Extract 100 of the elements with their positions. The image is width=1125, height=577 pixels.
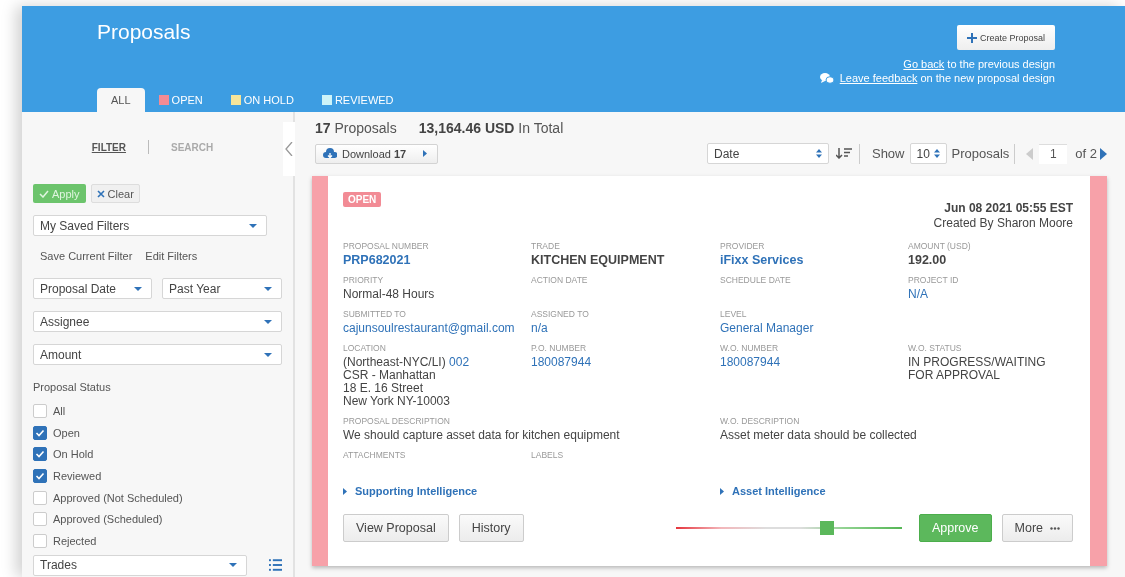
- card-button[interactable]: View Proposal: [343, 514, 449, 542]
- previous-page-icon[interactable]: [1026, 147, 1034, 160]
- field-label: LOCATION: [343, 343, 387, 353]
- location-value: (Northeast-NYC/LI) 002 CSR - Manhattan 18 E. 16 Street New York NY-10003: [343, 356, 471, 408]
- collapse-handle[interactable]: [283, 122, 295, 176]
- field-value: We should capture asset data for kitchen equipment: [343, 429, 621, 442]
- checkbox-label: Open: [53, 426, 80, 439]
- created-date: Jun 08 2021 05:55 EST: [943, 201, 1073, 216]
- created-by: Created By Sharon Moore: [933, 216, 1073, 231]
- field-value: 192.00: [908, 254, 948, 267]
- sort-order-icon[interactable]: [835, 148, 852, 159]
- field-label: PROJECT ID: [908, 275, 960, 285]
- trades-dropdown[interactable]: Trades: [33, 554, 247, 576]
- check-icon: [39, 189, 49, 198]
- checkbox-label: Reviewed: [53, 469, 102, 482]
- filter-action-link[interactable]: Save Current Filter: [40, 250, 133, 262]
- page-title: Proposals: [97, 20, 192, 44]
- field-label: TRADE: [531, 241, 561, 251]
- checkbox-label: Approved (Not Scheduled): [53, 491, 183, 504]
- caret-icon: [249, 223, 257, 228]
- field-label: W.O. DESCRIPTION: [720, 416, 801, 426]
- caret-icon: [264, 352, 272, 357]
- filter-action-link[interactable]: Edit Filters: [145, 250, 198, 262]
- field-label: SUBMITTED TO: [343, 309, 407, 319]
- field-link[interactable]: 180087944: [531, 356, 720, 369]
- field-link[interactable]: N/A: [908, 288, 1073, 301]
- field-label: PROPOSAL NUMBER: [343, 241, 430, 251]
- field-link[interactable]: 180087944: [720, 356, 908, 369]
- show-label: Show: [871, 146, 905, 161]
- checkbox[interactable]: [33, 447, 47, 462]
- field-label: PROPOSAL DESCRIPTION: [343, 416, 451, 426]
- caret-icon: [264, 286, 272, 291]
- tab[interactable]: ALL: [97, 88, 145, 112]
- approval-slider[interactable]: [675, 522, 902, 534]
- plus-icon: [966, 32, 977, 43]
- field-link[interactable]: n/a: [531, 322, 720, 335]
- expander-link[interactable]: Asset Intelligence: [720, 485, 1073, 497]
- field-value: KITCHEN EQUIPMENT: [531, 254, 666, 267]
- link-sentence: Go back to the previous design: [903, 58, 1055, 70]
- ellipsis-icon: [1050, 526, 1060, 530]
- field-label: SCHEDULE DATE: [720, 275, 792, 285]
- section-label: Proposal Status: [33, 381, 112, 393]
- checkbox[interactable]: [33, 425, 47, 440]
- next-page-icon[interactable]: [1100, 147, 1107, 160]
- field-link[interactable]: iFixx Services: [720, 254, 908, 267]
- status-badge: OPEN: [343, 192, 382, 207]
- assignee-dropdown[interactable]: Assignee: [33, 311, 282, 332]
- updown-icon: [815, 149, 822, 158]
- sort-dropdown[interactable]: Date: [706, 143, 829, 164]
- field-label: W.O. NUMBER: [720, 343, 780, 353]
- field-link[interactable]: General Manager: [720, 322, 908, 335]
- card-button[interactable]: History: [458, 514, 524, 542]
- field-value: Asset meter data should be collected: [720, 429, 918, 442]
- field-label: W.O. STATUS: [908, 343, 963, 353]
- field-link[interactable]: cajunsoulrestaurant@gmail.com: [343, 322, 531, 335]
- checkbox[interactable]: [33, 468, 47, 483]
- date-range-dropdown[interactable]: Past Year: [162, 278, 282, 299]
- checkbox-label: On Hold: [53, 448, 94, 461]
- create-proposal-button[interactable]: Create Proposal: [956, 25, 1055, 50]
- field-link[interactable]: PRP682021: [343, 254, 531, 267]
- caret-icon: [134, 286, 142, 291]
- link-sentence: Leave feedback on the new proposal design: [839, 72, 1055, 84]
- field-label: ATTACHMENTS: [343, 450, 407, 460]
- filter-mode-tab[interactable]: FILTER: [91, 141, 126, 153]
- date-field-dropdown[interactable]: Proposal Date: [33, 278, 152, 299]
- clear-button[interactable]: Clear: [90, 184, 140, 203]
- field-label: LABELS: [531, 450, 565, 460]
- checkbox-label: All: [53, 404, 66, 417]
- field-label: AMOUNT (USD): [908, 241, 972, 251]
- close-icon: [96, 189, 105, 198]
- field-label: ASSIGNED TO: [531, 309, 590, 319]
- page-size-label: Proposals: [951, 146, 1010, 161]
- total-amount: 13,164.46 USD In Total: [418, 120, 564, 136]
- checkbox-label: Approved (Scheduled): [53, 513, 163, 526]
- page-size-dropdown[interactable]: 10: [909, 143, 947, 164]
- location-link[interactable]: 002: [449, 355, 470, 369]
- expander-link[interactable]: Supporting Intelligence: [343, 485, 720, 497]
- caret-icon: [264, 319, 272, 324]
- caret-icon: [228, 563, 237, 568]
- list-icon[interactable]: [268, 559, 282, 572]
- more-button[interactable]: More: [1001, 514, 1073, 542]
- chevron-left-icon: [285, 142, 293, 156]
- page-total: of 2: [1075, 146, 1097, 161]
- page-field[interactable]: 1: [1039, 143, 1068, 164]
- download-button[interactable]: Download 17: [315, 143, 438, 164]
- field-label: LEVEL: [720, 309, 748, 319]
- cloud-download-icon: [323, 148, 337, 159]
- field-value: Normal-48 Hours: [343, 288, 436, 301]
- caret-right-icon: [343, 487, 347, 495]
- saved-filters-dropdown[interactable]: My Saved Filters: [33, 215, 267, 236]
- caret-right-icon: [720, 487, 724, 495]
- proposal-count: 17 Proposals: [315, 120, 397, 136]
- field-label: P.O. NUMBER: [531, 343, 588, 353]
- slider-thumb[interactable]: [820, 521, 835, 535]
- updown-icon: [933, 149, 940, 158]
- field-label: ACTION DATE: [531, 275, 589, 285]
- field-value: IN PROGRESS/WAITING FOR APPROVAL: [908, 356, 1047, 382]
- checkbox-label: Rejected: [53, 534, 97, 547]
- caret-right-icon: [423, 150, 427, 157]
- amount-dropdown[interactable]: Amount: [33, 344, 282, 365]
